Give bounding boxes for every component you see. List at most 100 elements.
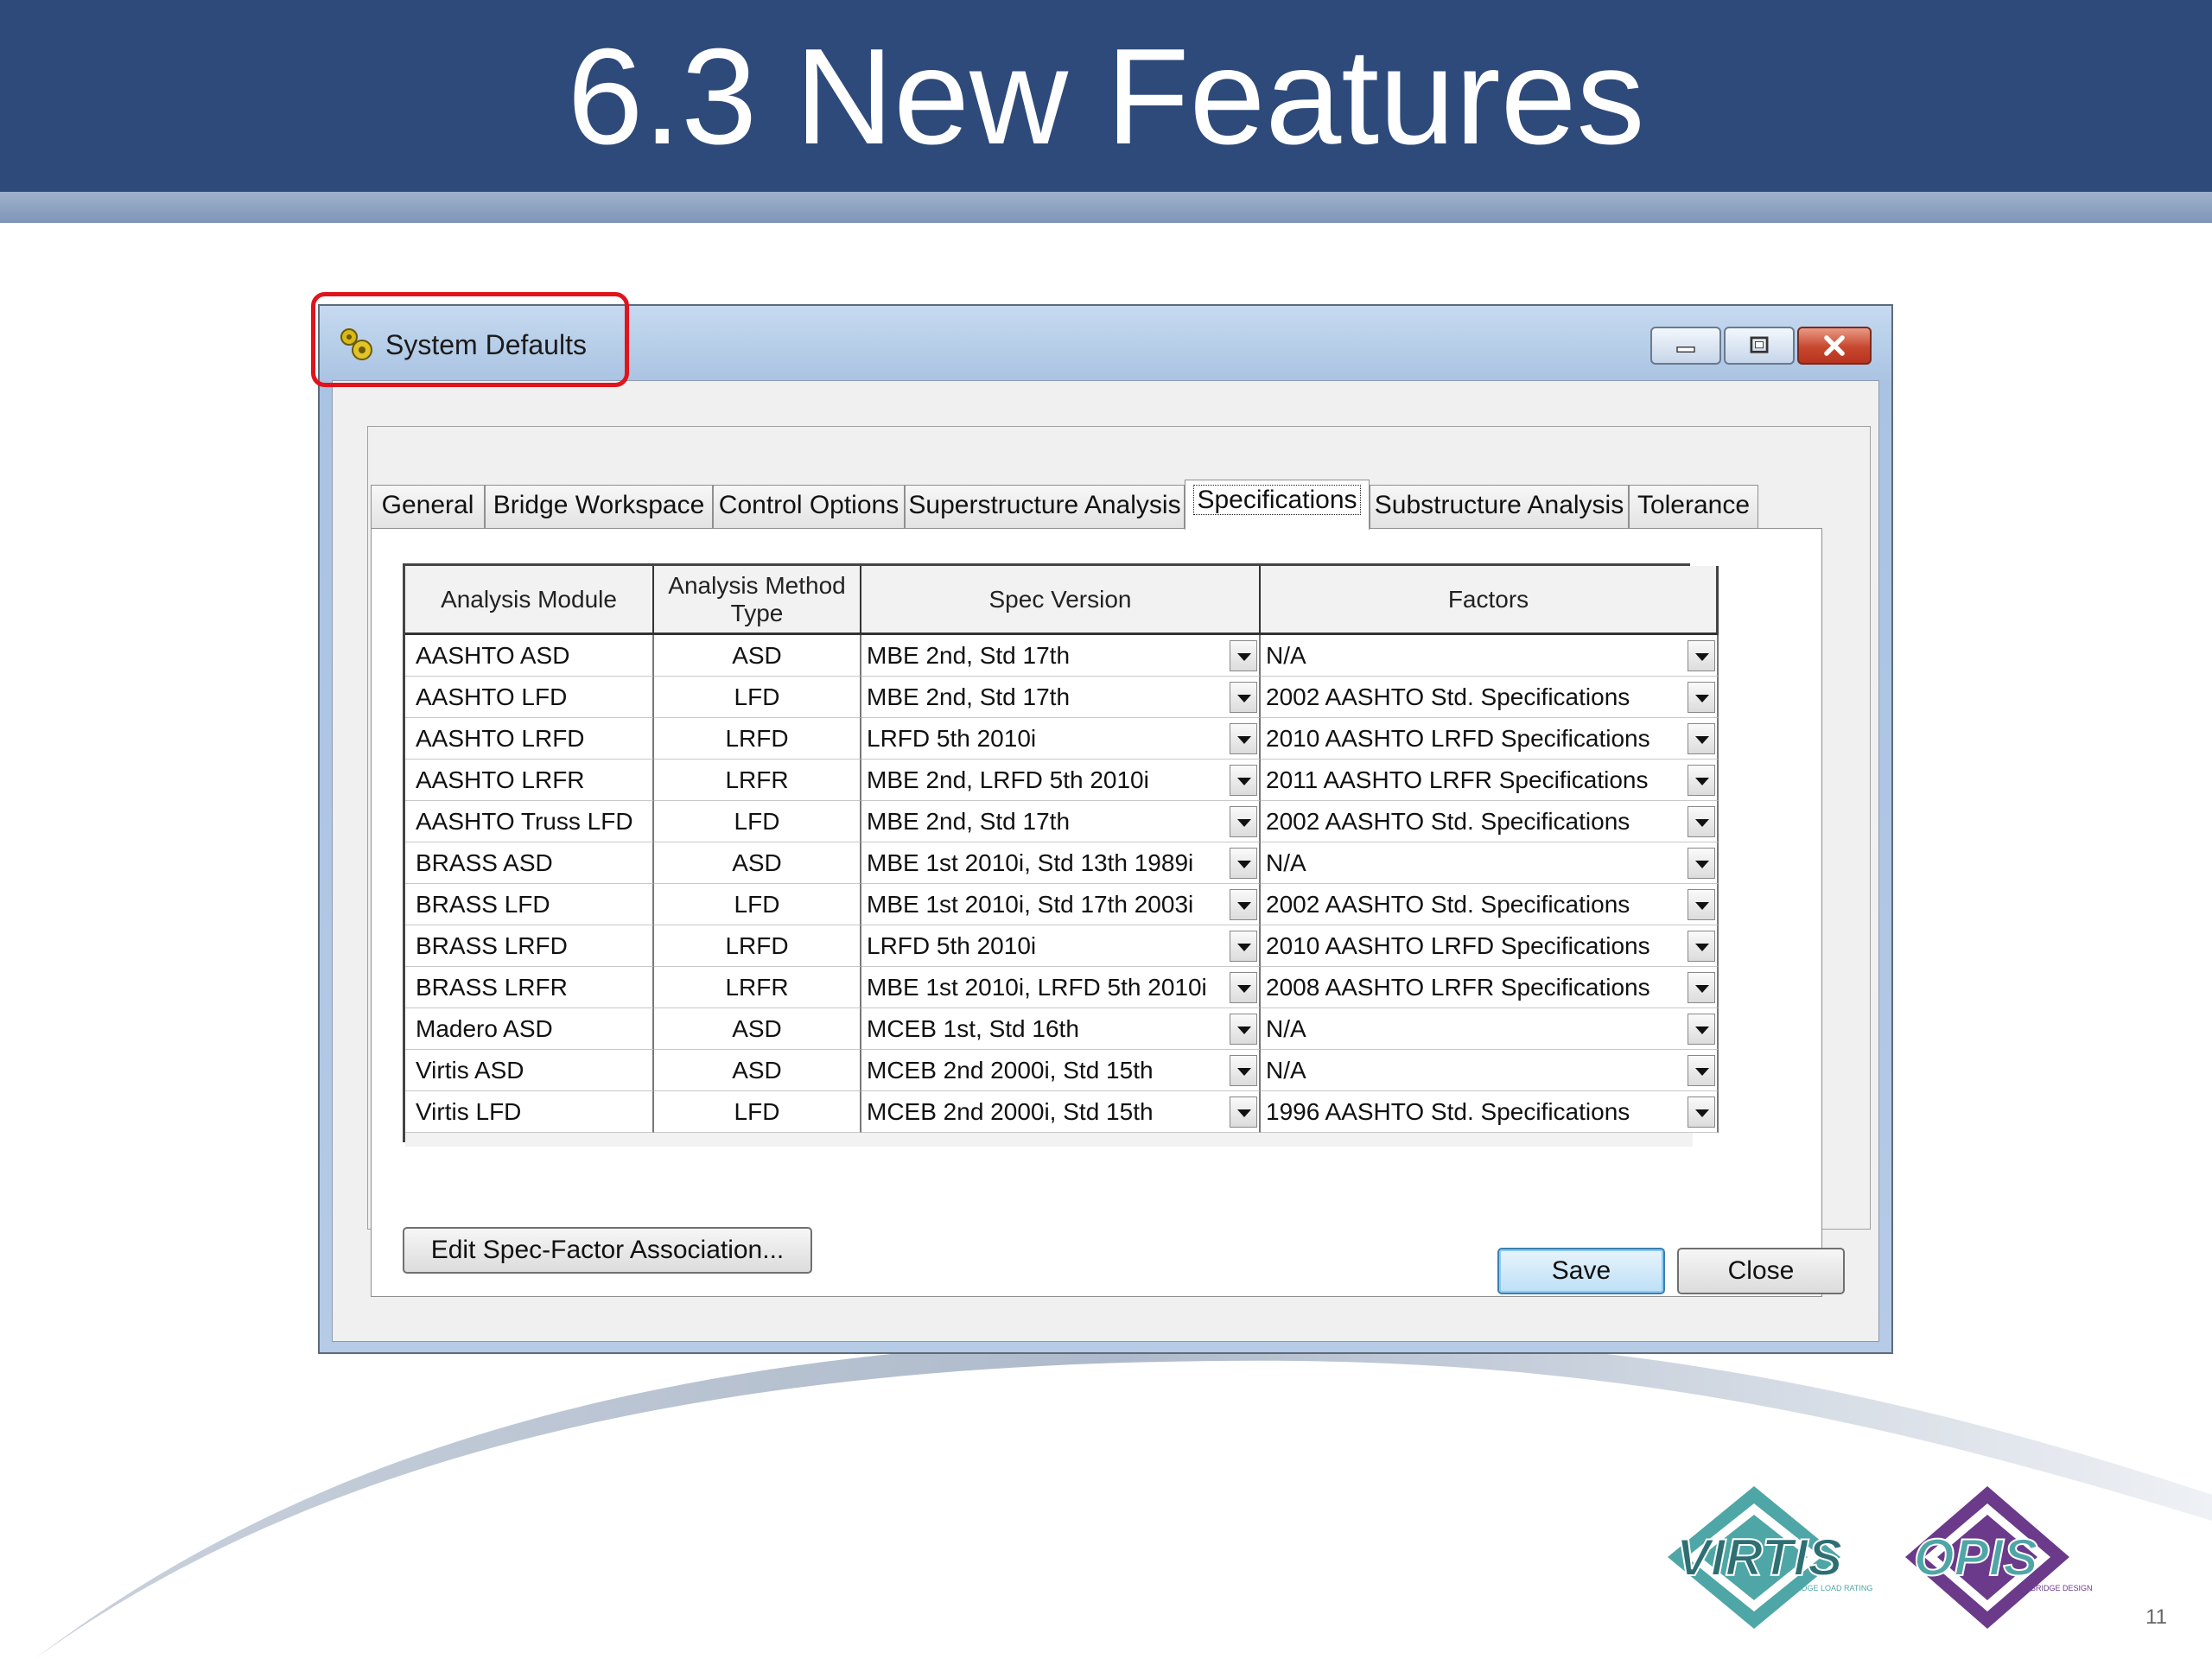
chevron-down-icon[interactable] xyxy=(1688,640,1715,671)
table-row[interactable]: AASHTO LRFR LRFR MBE 2nd, LRFD 5th 2010i 20… xyxy=(405,760,1719,801)
table-row[interactable]: AASHTO LFD LFD MBE 2nd, Std 17th 2002 AASHT… xyxy=(405,677,1719,718)
edit-spec-factor-association-button[interactable]: Edit Spec-Factor Association... xyxy=(403,1227,812,1274)
table-row[interactable]: AASHTO LRFD LRFD LRFD 5th 2010i 2010 AASHTO… xyxy=(405,718,1719,760)
chevron-down-icon[interactable] xyxy=(1230,806,1257,837)
cell-analysis-method-type: LFD xyxy=(654,801,861,842)
virtis-logo: VIRTIS BRIDGE LOAD RATING xyxy=(1668,1486,1872,1629)
factors-dropdown[interactable]: 1996 AASHTO Std. Specifications xyxy=(1261,1091,1719,1133)
spec-version-dropdown[interactable]: LRFD 5th 2010i xyxy=(861,925,1261,967)
spec-grid: Analysis Module Analysis Method Type Spe… xyxy=(403,563,1719,1147)
chevron-down-icon[interactable] xyxy=(1230,931,1257,962)
chevron-down-icon[interactable] xyxy=(1230,723,1257,754)
table-row[interactable]: Madero ASD ASD MCEB 1st, Std 16th N/A xyxy=(405,1008,1719,1050)
factors-dropdown[interactable]: 2010 AASHTO LRFD Specifications xyxy=(1261,718,1719,760)
spec-version-dropdown[interactable]: MBE 1st 2010i, LRFD 5th 2010i xyxy=(861,967,1261,1008)
chevron-down-icon[interactable] xyxy=(1688,889,1715,920)
spec-version-dropdown[interactable]: MBE 2nd, Std 17th xyxy=(861,635,1261,677)
factors-dropdown[interactable]: N/A xyxy=(1261,842,1719,884)
cell-analysis-module: AASHTO LRFD xyxy=(405,718,654,760)
chevron-down-icon[interactable] xyxy=(1230,1014,1257,1045)
cell-analysis-module: BRASS ASD xyxy=(405,842,654,884)
spec-version-dropdown[interactable]: MCEB 2nd 2000i, Std 15th xyxy=(861,1050,1261,1091)
cell-analysis-module: Madero ASD xyxy=(405,1008,654,1050)
close-window-button[interactable] xyxy=(1797,327,1872,365)
chevron-down-icon[interactable] xyxy=(1230,1096,1257,1128)
spec-version-dropdown[interactable]: MBE 1st 2010i, Std 13th 1989i xyxy=(861,842,1261,884)
table-row[interactable]: AASHTO Truss LFD LFD MBE 2nd, Std 17th 2002… xyxy=(405,801,1719,842)
cell-analysis-method-type: LRFD xyxy=(654,925,861,967)
table-row[interactable]: Virtis LFD LFD MCEB 2nd 2000i, Std 15th 199… xyxy=(405,1091,1719,1133)
chevron-down-icon[interactable] xyxy=(1230,848,1257,879)
chevron-down-icon[interactable] xyxy=(1230,1055,1257,1086)
table-row[interactable]: AASHTO ASD ASD MBE 2nd, Std 17th N/A xyxy=(405,635,1719,677)
chevron-down-icon[interactable] xyxy=(1230,640,1257,671)
tab-superstructure-analysis[interactable]: Superstructure Analysis xyxy=(905,485,1185,528)
chevron-down-icon[interactable] xyxy=(1688,972,1715,1003)
tab-substructure-analysis[interactable]: Substructure Analysis xyxy=(1370,485,1629,528)
spec-version-dropdown[interactable]: MCEB 2nd 2000i, Std 15th xyxy=(861,1091,1261,1133)
spec-version-dropdown[interactable]: MBE 2nd, Std 17th xyxy=(861,801,1261,842)
chevron-down-icon[interactable] xyxy=(1688,723,1715,754)
chevron-down-icon[interactable] xyxy=(1688,682,1715,713)
chevron-down-icon[interactable] xyxy=(1688,1055,1715,1086)
factors-dropdown[interactable]: 2002 AASHTO Std. Specifications xyxy=(1261,677,1719,718)
slide-title-stripe xyxy=(0,192,2212,223)
close-button[interactable]: Close xyxy=(1677,1248,1845,1294)
table-row[interactable]: Virtis ASD ASD MCEB 2nd 2000i, Std 15th N/A xyxy=(405,1050,1719,1091)
maximize-icon xyxy=(1750,336,1769,353)
page-number: 11 xyxy=(2145,1605,2167,1629)
cell-analysis-method-type: LRFD xyxy=(654,718,861,760)
spec-version-dropdown[interactable]: MBE 2nd, Std 17th xyxy=(861,677,1261,718)
chevron-down-icon[interactable] xyxy=(1688,765,1715,796)
factors-dropdown[interactable]: 2008 AASHTO LRFR Specifications xyxy=(1261,967,1719,1008)
spec-version-dropdown[interactable]: LRFD 5th 2010i xyxy=(861,718,1261,760)
chevron-down-icon[interactable] xyxy=(1688,1096,1715,1128)
save-button[interactable]: Save xyxy=(1497,1248,1665,1294)
cell-analysis-module: AASHTO LFD xyxy=(405,677,654,718)
chevron-down-icon[interactable] xyxy=(1688,931,1715,962)
slide-title: 6.3 New Features xyxy=(567,21,1645,173)
tab-tolerance[interactable]: Tolerance xyxy=(1629,485,1758,528)
cell-analysis-method-type: LFD xyxy=(654,884,861,925)
chevron-down-icon[interactable] xyxy=(1688,806,1715,837)
maximize-button[interactable] xyxy=(1724,327,1795,365)
chevron-down-icon[interactable] xyxy=(1230,765,1257,796)
header-analysis-method-type: Analysis Method Type xyxy=(654,566,861,635)
specifications-panel: Analysis Module Analysis Method Type Spe… xyxy=(371,528,1822,1297)
table-row[interactable]: BRASS LRFR LRFR MBE 1st 2010i, LRFD 5th 20… xyxy=(405,967,1719,1008)
chevron-down-icon[interactable] xyxy=(1688,1014,1715,1045)
factors-dropdown[interactable]: 2002 AASHTO Std. Specifications xyxy=(1261,801,1719,842)
header-spec-version: Spec Version xyxy=(861,566,1261,635)
spec-version-dropdown[interactable]: MBE 2nd, LRFD 5th 2010i xyxy=(861,760,1261,801)
minimize-button[interactable] xyxy=(1650,327,1721,365)
chevron-down-icon[interactable] xyxy=(1230,972,1257,1003)
spec-version-dropdown[interactable]: MBE 1st 2010i, Std 17th 2003i xyxy=(861,884,1261,925)
table-row[interactable]: BRASS LFD LFD MBE 1st 2010i, Std 17th 2003… xyxy=(405,884,1719,925)
tab-control-options[interactable]: Control Options xyxy=(713,485,905,528)
table-row[interactable]: BRASS ASD ASD MBE 1st 2010i, Std 13th 1989… xyxy=(405,842,1719,884)
cell-analysis-module: AASHTO LRFR xyxy=(405,760,654,801)
window-client-area: General Bridge Workspace Control Options… xyxy=(332,380,1879,1342)
tab-specifications[interactable]: Specifications xyxy=(1185,480,1370,530)
factors-dropdown[interactable]: N/A xyxy=(1261,1008,1719,1050)
opis-logo: OPIS BRIDGE DESIGN xyxy=(1905,1486,2093,1629)
factors-dropdown[interactable]: 2011 AASHTO LRFR Specifications xyxy=(1261,760,1719,801)
spec-version-dropdown[interactable]: MCEB 1st, Std 16th xyxy=(861,1008,1261,1050)
tab-general[interactable]: General xyxy=(371,485,485,528)
cell-analysis-method-type: LFD xyxy=(654,677,861,718)
table-row[interactable]: BRASS LRFD LRFD LRFD 5th 2010i 2010 AASHTO … xyxy=(405,925,1719,967)
cell-analysis-method-type: LRFR xyxy=(654,967,861,1008)
svg-text:OPIS: OPIS xyxy=(1914,1529,2037,1586)
cell-analysis-method-type: LRFR xyxy=(654,760,861,801)
factors-dropdown[interactable]: N/A xyxy=(1261,635,1719,677)
cell-analysis-module: BRASS LRFR xyxy=(405,967,654,1008)
chevron-down-icon[interactable] xyxy=(1230,889,1257,920)
tab-bridge-workspace[interactable]: Bridge Workspace xyxy=(485,485,713,528)
factors-dropdown[interactable]: N/A xyxy=(1261,1050,1719,1091)
factors-dropdown[interactable]: 2002 AASHTO Std. Specifications xyxy=(1261,884,1719,925)
chevron-down-icon[interactable] xyxy=(1230,682,1257,713)
cell-analysis-method-type: ASD xyxy=(654,1050,861,1091)
chevron-down-icon[interactable] xyxy=(1688,848,1715,879)
factors-dropdown[interactable]: 2010 AASHTO LRFD Specifications xyxy=(1261,925,1719,967)
cell-analysis-method-type: ASD xyxy=(654,1008,861,1050)
